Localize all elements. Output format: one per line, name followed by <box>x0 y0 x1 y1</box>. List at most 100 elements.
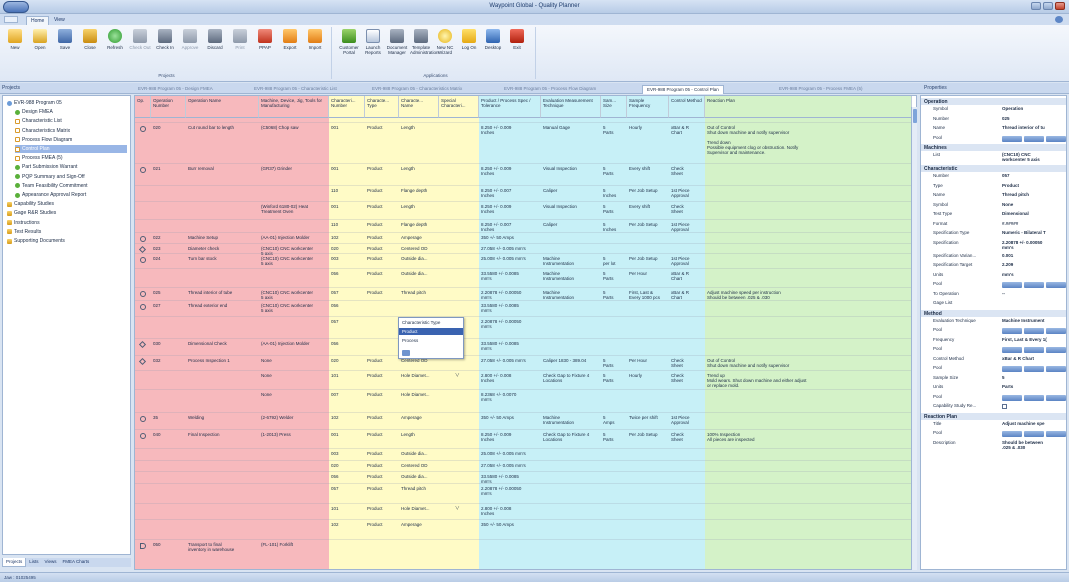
column-header-opname[interactable]: Operation Name <box>186 96 259 118</box>
cell-eval[interactable]: Machine Instrumentation <box>543 271 600 281</box>
doc-tab-3[interactable]: EVR-988 Program 05 - Characteristics Mat… <box>368 85 466 94</box>
cell-type[interactable]: Product <box>367 358 398 363</box>
cell-machine[interactable]: (CNC10) CNC workcenter 5 axis <box>261 246 328 256</box>
tree-item-characteristics-matrix[interactable]: Characteristics Matrix <box>15 127 127 135</box>
discard-button[interactable]: Discard <box>204 29 226 69</box>
cell-spec[interactable]: 25.008 +/- 0.005 mm's <box>481 256 540 261</box>
tree-item-evr-988-program-05[interactable]: EVR-988 Program 05 <box>7 99 127 107</box>
tree-item-control-plan[interactable]: Control Plan <box>15 145 127 153</box>
grid-vertical-scrollbar[interactable] <box>911 107 917 570</box>
column-header-opnum[interactable]: Operation Number <box>151 96 186 118</box>
help-icon[interactable] <box>1055 16 1063 23</box>
cell-type[interactable]: Product <box>367 486 398 491</box>
property-value[interactable]: Operation <box>1002 106 1066 111</box>
operation-symbol-icon[interactable] <box>140 126 146 132</box>
pool-button[interactable] <box>1002 394 1022 401</box>
cell-charnum[interactable]: 102 <box>331 415 364 420</box>
cell-name[interactable]: Length <box>401 432 438 437</box>
cell-machine[interactable]: (FL-101) Forklift <box>261 542 328 547</box>
cell-charnum[interactable]: 020 <box>331 463 364 468</box>
cell-opnum[interactable]: 040 <box>153 432 185 437</box>
cell-type[interactable]: Product <box>367 256 398 261</box>
tree-item-pqp-summary-and-sign-off[interactable]: PQP Summary and Sign-Off <box>15 173 127 181</box>
cell-spec[interactable]: 350 +/- 50 Amps <box>481 235 540 240</box>
cell-opnum[interactable]: 022 <box>153 235 185 240</box>
cell-spec[interactable]: 8.2368 +/- 0.0070 mm's <box>481 392 540 402</box>
column-header-name[interactable]: Characte... Name <box>399 96 439 118</box>
cell-opnum[interactable]: 021 <box>153 166 185 171</box>
capability-checkbox[interactable] <box>1002 404 1007 409</box>
cell-size[interactable]: 5 Amps <box>603 415 626 425</box>
operation-symbol-icon[interactable] <box>140 416 146 422</box>
cell-type[interactable]: Product <box>367 432 398 437</box>
cell-opnum[interactable]: 023 <box>153 246 185 251</box>
cell-charnum[interactable]: 057 <box>331 486 364 491</box>
tab-home[interactable]: Home <box>26 16 50 25</box>
cell-name[interactable]: Flange depth <box>401 188 438 193</box>
cell-reaction[interactable]: Trend up Mold wears. Shut down machine a… <box>707 373 911 388</box>
cell-type[interactable]: Product <box>367 474 398 479</box>
cell-machine[interactable]: (AA-01) Injection Molder <box>261 341 328 346</box>
cell-spec[interactable]: 27.058 +/- 0.005 mm's <box>481 358 540 363</box>
tree-item-test-results[interactable]: Test Results <box>7 228 127 236</box>
property-value[interactable]: Machine Instrument <box>1002 318 1066 323</box>
import-button[interactable]: Import <box>304 29 326 69</box>
property-value[interactable]: Product <box>1002 183 1066 188</box>
cell-freq[interactable]: Twice per shift <box>629 415 668 420</box>
column-header-machine[interactable]: Machine, Device, Jig, Tools for Manufact… <box>259 96 329 118</box>
cell-control[interactable]: 1st Piece Approval <box>671 256 704 266</box>
cell-reaction[interactable]: 100% Inspection All pieces are inspected <box>707 432 911 442</box>
cell-eval[interactable]: Machine Instrumentation <box>543 256 600 266</box>
cell-charnum[interactable]: 056 <box>331 474 364 479</box>
cell-eval[interactable]: Manual Gage <box>543 125 600 130</box>
cell-spec[interactable]: 8.250 +/- 0.009 Inches <box>481 166 540 176</box>
property-value[interactable]: Dimensional <box>1002 211 1066 216</box>
doc-tab-1[interactable]: EVR-988 Program 05 - Design FMEA <box>134 85 217 94</box>
tree-item-team-feasibility-commitment[interactable]: Team Feasibility Commitment <box>15 182 127 190</box>
pool-buttons[interactable] <box>1002 366 1066 372</box>
pool-button[interactable] <box>1024 366 1044 372</box>
property-value[interactable]: Thread interior of tu <box>1002 125 1066 130</box>
cell-name[interactable]: Amperage <box>401 522 438 527</box>
pool-button[interactable] <box>1002 282 1022 288</box>
cell-machine[interactable]: (GR37) Grinder <box>261 166 328 171</box>
pool-button[interactable] <box>1024 347 1044 353</box>
pool-buttons[interactable] <box>1002 394 1066 401</box>
cell-charnum[interactable]: 056 <box>331 303 364 308</box>
property-value[interactable]: (CNC10) CNC workcenter 5 axis <box>1002 152 1066 162</box>
cell-size[interactable]: 5 Parts <box>603 432 626 442</box>
cell-opnum[interactable]: 050 <box>153 542 185 547</box>
cell-type[interactable]: Product <box>367 290 398 295</box>
column-header-special[interactable]: Special Characteri... <box>439 96 479 118</box>
launch-reports-button[interactable]: Launch Reports <box>362 29 384 69</box>
tree-item-characteristic-list[interactable]: Characteristic List <box>15 117 127 125</box>
cell-size[interactable]: 5 Parts <box>603 204 626 214</box>
pool-button[interactable] <box>1024 282 1044 288</box>
cell-freq[interactable]: Every shift <box>629 204 668 209</box>
cell-type[interactable]: Product <box>367 522 398 527</box>
cell-opname[interactable]: Dimensional Check <box>188 341 258 346</box>
cell-freq[interactable]: Hourly <box>629 125 668 130</box>
operation-symbol-icon[interactable] <box>140 257 146 263</box>
cell-charnum[interactable]: 056 <box>331 271 364 276</box>
cell-charnum[interactable]: 020 <box>331 246 364 251</box>
cell-spec[interactable]: 8.250 +/- 0.009 Inches <box>481 432 540 442</box>
pool-button[interactable] <box>1046 431 1066 437</box>
cell-charnum[interactable]: 007 <box>331 392 364 397</box>
property-value[interactable]: Should be between .025 & .030 <box>1002 440 1066 450</box>
cell-charnum[interactable]: 020 <box>331 358 364 363</box>
cell-name[interactable]: Hole Diamet... <box>401 373 438 378</box>
pool-button[interactable] <box>1046 366 1066 372</box>
cell-charnum[interactable]: 001 <box>331 432 364 437</box>
cell-size[interactable]: 5 Parts <box>603 290 626 300</box>
cell-opname[interactable]: Machine Setup <box>188 235 258 240</box>
cell-control[interactable]: xBar & R Chart <box>671 290 704 300</box>
cell-charnum[interactable]: 102 <box>331 522 364 527</box>
property-value[interactable]: First, Last & Every 1( <box>1002 337 1066 342</box>
tree-item-process-flow-diagram[interactable]: Process Flow Diagram <box>15 136 127 144</box>
cell-machine[interactable]: (2-6792) Welder <box>261 415 328 420</box>
property-value[interactable]: -- <box>1002 291 1066 296</box>
cell-spec[interactable]: 8.250 +/- 0.007 Inches <box>481 188 540 198</box>
operation-symbol-icon[interactable] <box>140 433 146 439</box>
cell-machine[interactable]: (C5068) Chop saw <box>261 125 328 130</box>
